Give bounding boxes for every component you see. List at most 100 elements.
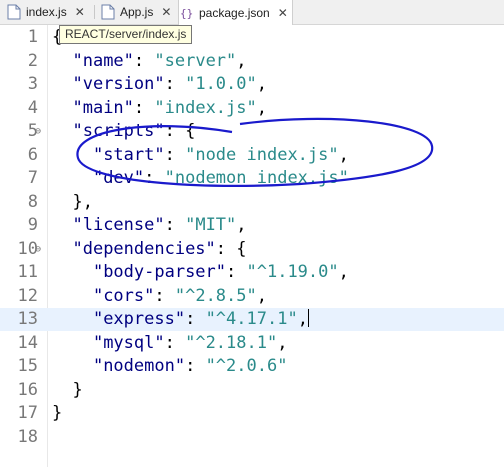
punctuation: , — [256, 285, 267, 306]
json-string: "index.js" — [154, 97, 257, 118]
punctuation — [52, 74, 72, 94]
punctuation — [52, 239, 72, 259]
json-file-icon: {} — [179, 5, 195, 21]
json-key: "nodemon" — [92, 356, 186, 376]
code-line[interactable]: 2 "name": "server", — [0, 50, 504, 73]
code-text: "cors": "^2.8.5", — [52, 285, 267, 308]
punctuation: , — [297, 309, 308, 329]
punctuation: } — [52, 379, 83, 400]
code-line[interactable]: 5 ⊖ "scripts": { — [0, 120, 504, 143]
json-key: "body-parser" — [92, 262, 227, 282]
punctuation — [52, 215, 72, 235]
punctuation: : — [185, 356, 206, 376]
line-number: 10 — [17, 238, 38, 259]
line-number: 18 — [17, 426, 38, 447]
line-number: 16 — [17, 379, 38, 400]
line-number: 13 — [17, 309, 38, 329]
close-icon[interactable]: ✕ — [161, 5, 171, 19]
code-text: "license": "MIT", — [52, 214, 247, 237]
code-text: "start": "node index.js", — [52, 144, 349, 167]
punctuation: : — [226, 262, 247, 282]
line-number: 11 — [17, 262, 38, 282]
punctuation: : — [154, 285, 175, 306]
json-key: "cors" — [92, 285, 155, 306]
tab-package-json[interactable]: {} package.json ✕ — [178, 0, 293, 25]
tab-label: package.json — [199, 5, 270, 20]
punctuation: , — [236, 50, 247, 71]
line-number: 6 — [27, 144, 38, 165]
js-file-icon — [6, 4, 22, 20]
json-string: "1.0.0" — [185, 74, 257, 94]
code-line[interactable]: 6 "start": "node index.js", — [0, 144, 504, 167]
code-line[interactable]: 9 "license": "MIT", — [0, 214, 504, 237]
fold-toggle-icon[interactable]: ⊖ — [35, 238, 41, 261]
text-cursor — [307, 309, 309, 327]
json-key: "mysql" — [92, 332, 165, 353]
code-line[interactable]: 10 ⊖ "dependencies": { — [0, 238, 504, 261]
tab-label: App.js — [120, 5, 154, 19]
code-line[interactable]: 15 "nodemon": "^2.0.6" — [0, 355, 504, 378]
punctuation: : — [144, 168, 165, 188]
code-line[interactable]: 14 "mysql": "^2.18.1", — [0, 332, 504, 355]
code-text: } — [52, 402, 62, 425]
line-number: 8 — [27, 191, 38, 212]
punctuation — [52, 262, 93, 282]
tab-label: index.js — [26, 5, 67, 19]
punctuation: : — [164, 144, 186, 165]
json-string: "MIT" — [185, 215, 237, 235]
code-line[interactable]: 17} — [0, 402, 504, 425]
code-text: "nodemon": "^2.0.6" — [52, 355, 288, 378]
punctuation: : — [133, 97, 155, 118]
code-text: "dev": "nodemon index.js" — [52, 167, 349, 190]
punctuation: }, — [52, 191, 93, 212]
json-string: "^2.8.5" — [174, 285, 257, 306]
code-line[interactable]: 4 "main": "index.js", — [0, 97, 504, 120]
code-line[interactable]: 8 }, — [0, 191, 504, 214]
punctuation: : { — [164, 121, 196, 141]
code-line[interactable]: 12 "cors": "^2.8.5", — [0, 285, 504, 308]
line-number: 5 — [27, 121, 38, 141]
json-string: "node index.js" — [185, 144, 339, 165]
json-key: "version" — [72, 74, 165, 94]
line-number: 7 — [27, 168, 38, 188]
code-text: "version": "1.0.0", — [52, 73, 267, 96]
code-line[interactable]: 3 "version": "1.0.0", — [0, 73, 504, 96]
close-icon[interactable]: ✕ — [75, 5, 85, 19]
punctuation: , — [277, 332, 288, 353]
tab-app-js[interactable]: App.js ✕ — [100, 0, 171, 24]
json-key: "scripts" — [72, 121, 165, 141]
punctuation: : — [164, 215, 186, 235]
close-icon[interactable]: ✕ — [278, 6, 288, 20]
code-text: "body-parser": "^1.19.0", — [52, 261, 349, 284]
code-line[interactable]: 11 "body-parser": "^1.19.0", — [0, 261, 504, 284]
line-number: 1 — [27, 27, 38, 47]
punctuation: : { — [215, 238, 247, 259]
json-key: "start" — [92, 144, 165, 165]
editor-tab-bar: index.js ✕ App.js ✕ {} package.json ✕ — [0, 0, 504, 25]
json-string: "^4.17.1" — [205, 309, 298, 329]
fold-toggle-icon[interactable]: ⊖ — [35, 120, 41, 143]
punctuation: , — [256, 74, 267, 94]
tab-path-tooltip: REACT/server/index.js — [59, 25, 193, 44]
code-text: "name": "server", — [52, 50, 247, 73]
line-number: 14 — [17, 332, 38, 353]
code-line[interactable]: 7 "dev": "nodemon index.js" — [0, 167, 504, 190]
line-number: 15 — [17, 356, 38, 376]
line-number: 9 — [27, 215, 38, 235]
json-key: "main" — [72, 97, 134, 118]
tab-index-js[interactable]: index.js ✕ — [6, 0, 85, 24]
code-text: } — [52, 379, 83, 402]
code-text: "dependencies": { — [52, 238, 247, 261]
code-line[interactable]: 13 "express": "^4.17.1", — [0, 308, 504, 331]
code-text: "scripts": { — [52, 120, 195, 143]
code-line[interactable]: 16 } — [0, 379, 504, 402]
punctuation: , — [236, 215, 247, 235]
code-line[interactable]: 18 — [0, 426, 504, 449]
json-key: "name" — [72, 50, 134, 71]
punctuation — [52, 333, 93, 353]
punctuation — [52, 51, 72, 71]
punctuation: , — [338, 262, 349, 282]
json-key: "express" — [92, 309, 186, 329]
js-file-icon — [100, 4, 116, 20]
code-text: }, — [52, 191, 93, 214]
